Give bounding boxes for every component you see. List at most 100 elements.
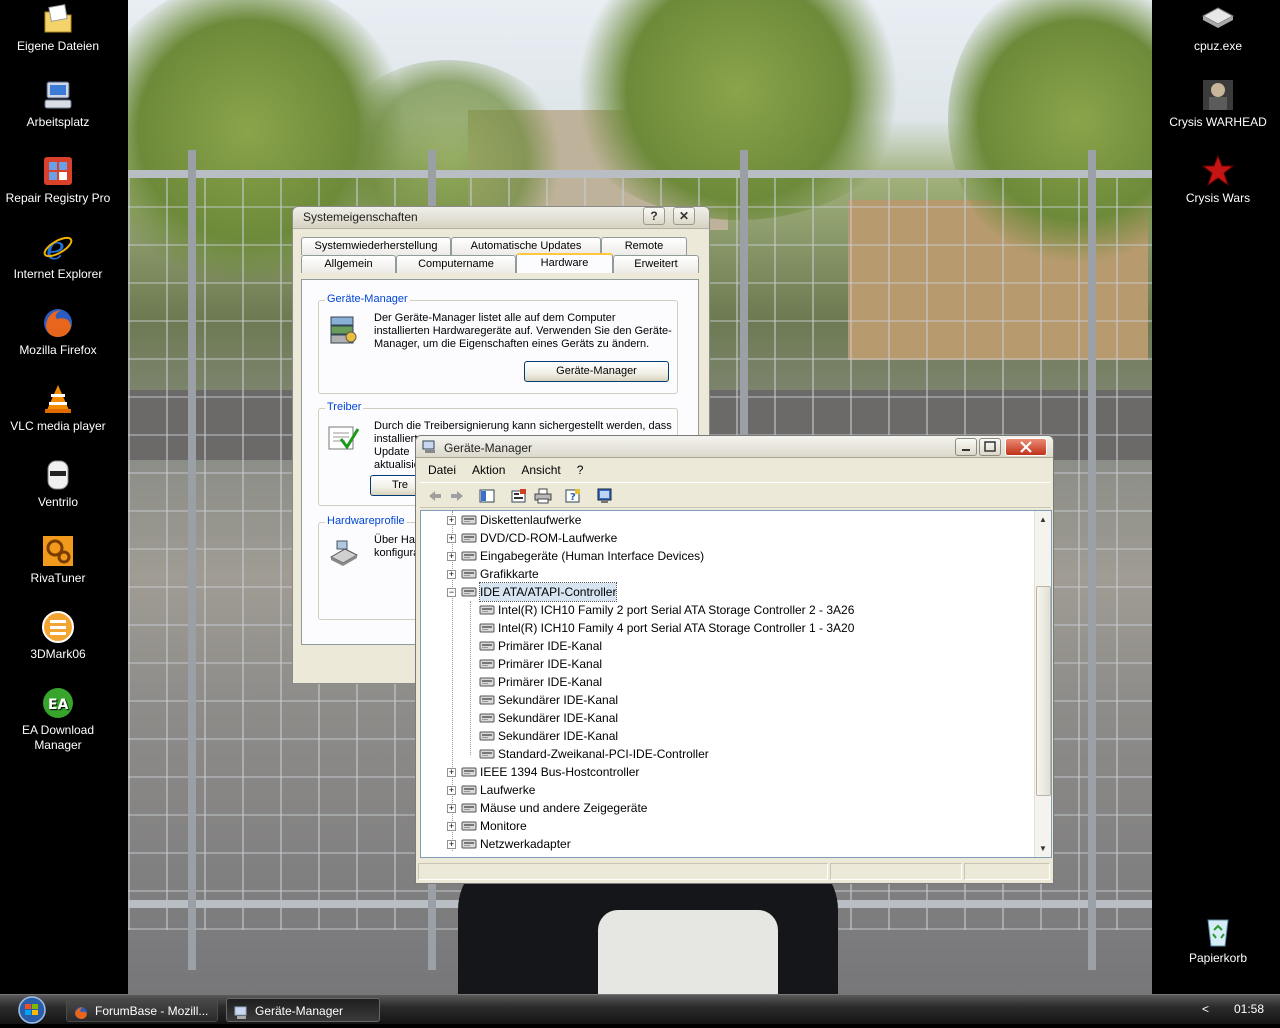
tree-category[interactable]: + Mäuse und andere Zeigegeräte (421, 799, 1031, 817)
minimize-button[interactable] (955, 438, 977, 456)
desktop-icon-papierkorb[interactable]: Papierkorb (1160, 914, 1276, 966)
expand-icon[interactable]: + (447, 534, 456, 543)
tree-item-label: IDE ATA/ATAPI-Controller (478, 582, 618, 602)
display-adapter-icon (461, 567, 477, 581)
vertical-scrollbar[interactable]: ▲ ▼ (1034, 511, 1051, 857)
tab-erweitert[interactable]: Erweitert (613, 255, 699, 273)
tab-hardware[interactable]: Hardware (516, 253, 613, 273)
print-icon[interactable] (534, 488, 552, 504)
desktop-icon-ea-download-manager[interactable]: EA EA Download Manager (0, 686, 116, 753)
tree-category[interactable]: + Monitore (421, 817, 1031, 835)
desktop-icon-3dmark06[interactable]: 3DMark06 (0, 610, 116, 662)
tree-category[interactable]: + Eingabegeräte (Human Interface Devices) (421, 547, 1031, 565)
device-manager-icon (422, 440, 437, 454)
expand-icon[interactable]: + (447, 804, 456, 813)
scroll-up-icon[interactable]: ▲ (1039, 515, 1047, 524)
collapse-icon[interactable]: − (447, 588, 456, 597)
tree-category[interactable]: + Grafikkarte (421, 565, 1031, 583)
help-icon[interactable]: ? (564, 488, 582, 504)
title-bar[interactable]: Geräte-Manager (416, 436, 1053, 458)
desktop-icon-cpuz[interactable]: cpuz.exe (1160, 2, 1276, 54)
tree-item-label: Primärer IDE-Kanal (498, 639, 603, 653)
tree-device[interactable]: Primärer IDE-Kanal (421, 673, 1031, 691)
desktop-icon-internet-explorer[interactable]: e Internet Explorer (0, 229, 116, 282)
start-button[interactable] (10, 996, 54, 1024)
tree-category[interactable]: + Netzwerkadapter (421, 835, 1031, 853)
expand-icon[interactable]: + (447, 786, 456, 795)
desktop-icon-eigene-dateien[interactable]: Eigene Dateien (0, 2, 116, 54)
tree-device[interactable]: Primärer IDE-Kanal (421, 655, 1031, 673)
desktop-icon-crysis-warhead[interactable]: Crysis WARHEAD (1160, 78, 1276, 130)
recycle-bin-icon (1201, 914, 1235, 948)
tab-remote[interactable]: Remote (601, 237, 687, 255)
menu-ansicht[interactable]: Ansicht (513, 461, 568, 479)
show-hidden-icons-arrow[interactable]: < (1202, 1002, 1209, 1016)
menu-datei[interactable]: Datei (420, 461, 464, 479)
desktop-icon-mozilla-firefox[interactable]: Mozilla Firefox (0, 306, 116, 358)
scroll-thumb[interactable] (1036, 586, 1051, 796)
tree-item-label: Mäuse und andere Zeigegeräte (480, 801, 648, 815)
tree-category[interactable]: + Diskettenlaufwerke (421, 511, 1031, 529)
menu-bar: Datei Aktion Ansicht ? (420, 461, 591, 479)
desktop-icon-vlc[interactable]: VLC media player (0, 382, 116, 434)
scroll-down-icon[interactable]: ▼ (1039, 844, 1047, 853)
clock[interactable]: 01:58 (1234, 1002, 1264, 1016)
forward-icon[interactable] (448, 488, 466, 504)
desktop-icon-repair-registry-pro[interactable]: Repair Registry Pro (0, 154, 116, 206)
tree-item-label: Primärer IDE-Kanal (498, 675, 603, 689)
tree-device[interactable]: Intel(R) ICH10 Family 2 port Serial ATA … (421, 601, 1031, 619)
ide-controller-icon (479, 621, 495, 635)
tree-device[interactable]: Sekundärer IDE-Kanal (421, 691, 1031, 709)
tree-category[interactable]: + DVD/CD-ROM-Laufwerke (421, 529, 1031, 547)
taskbar-item-firefox[interactable]: ForumBase - Mozill... (66, 998, 218, 1022)
help-button[interactable]: ? (643, 207, 665, 225)
desktop-icon-rivatuner[interactable]: RivaTuner (0, 534, 116, 586)
tree-device[interactable]: Sekundärer IDE-Kanal (421, 727, 1031, 745)
close-button[interactable] (1005, 438, 1047, 456)
device-manager-button[interactable]: Geräte-Manager (524, 361, 669, 382)
tree-category[interactable]: + Laufwerke (421, 781, 1031, 799)
tree-item-label: Standard-Zweikanal-PCI-IDE-Controller (498, 747, 709, 761)
tree-item-label: Grafikkarte (480, 567, 539, 581)
maximize-button[interactable] (979, 438, 1001, 456)
tree-device[interactable]: Intel(R) ICH10 Family 4 port Serial ATA … (421, 619, 1031, 637)
desktop-icon-arbeitsplatz[interactable]: Arbeitsplatz (0, 78, 116, 130)
expand-icon[interactable]: + (447, 822, 456, 831)
toolbar: ? (420, 482, 1050, 508)
group-title: Geräte-Manager (325, 293, 410, 305)
show-hide-console-tree-icon[interactable] (478, 488, 496, 504)
window-title: Systemeigenschaften (303, 210, 418, 224)
expand-icon[interactable]: + (447, 768, 456, 777)
desktop-icon-ventrilo[interactable]: Ventrilo (0, 458, 116, 510)
scan-hardware-icon[interactable] (596, 488, 614, 504)
folder-documents-icon (41, 2, 75, 36)
back-icon[interactable] (426, 488, 444, 504)
taskbar-item-device-manager[interactable]: Geräte-Manager (226, 998, 380, 1022)
menu-aktion[interactable]: Aktion (464, 461, 513, 479)
expand-icon[interactable]: + (447, 516, 456, 525)
tree-category[interactable]: − IDE ATA/ATAPI-Controller (421, 582, 1031, 602)
close-button[interactable]: ✕ (673, 207, 695, 225)
tab-allgemein[interactable]: Allgemein (301, 255, 396, 273)
tree-device[interactable]: Primärer IDE-Kanal (421, 637, 1031, 655)
tab-computername[interactable]: Computername (396, 255, 516, 273)
tree-device[interactable]: Sekundärer IDE-Kanal (421, 709, 1031, 727)
device-manager-icon (327, 313, 359, 345)
menu-help[interactable]: ? (569, 461, 592, 479)
device-manager-window: Geräte-Manager Datei Aktion Ansicht ? ? … (415, 435, 1054, 884)
svg-text:EA: EA (48, 697, 69, 713)
expand-icon[interactable]: + (447, 552, 456, 561)
title-bar[interactable]: Systemeigenschaften ? ✕ (293, 207, 709, 229)
device-tree[interactable]: + Diskettenlaufwerke + DVD/CD-ROM-Laufwerke… (420, 510, 1052, 858)
tree-item-label: Eingabegeräte (Human Interface Devices) (480, 549, 705, 563)
expand-icon[interactable]: + (447, 840, 456, 849)
crysis-wars-icon (1201, 154, 1235, 188)
cd-drive-icon (461, 531, 477, 545)
expand-icon[interactable]: + (447, 570, 456, 579)
desktop-icon-crysis-wars[interactable]: Crysis Wars (1160, 154, 1276, 206)
tree-device[interactable]: Standard-Zweikanal-PCI-IDE-Controller (421, 745, 1031, 763)
properties-icon[interactable] (510, 488, 528, 504)
ide-controller-icon (479, 693, 495, 707)
tab-systemwiederherstellung[interactable]: Systemwiederherstellung (301, 237, 451, 255)
tree-category[interactable]: + IEEE 1394 Bus-Hostcontroller (421, 763, 1031, 781)
